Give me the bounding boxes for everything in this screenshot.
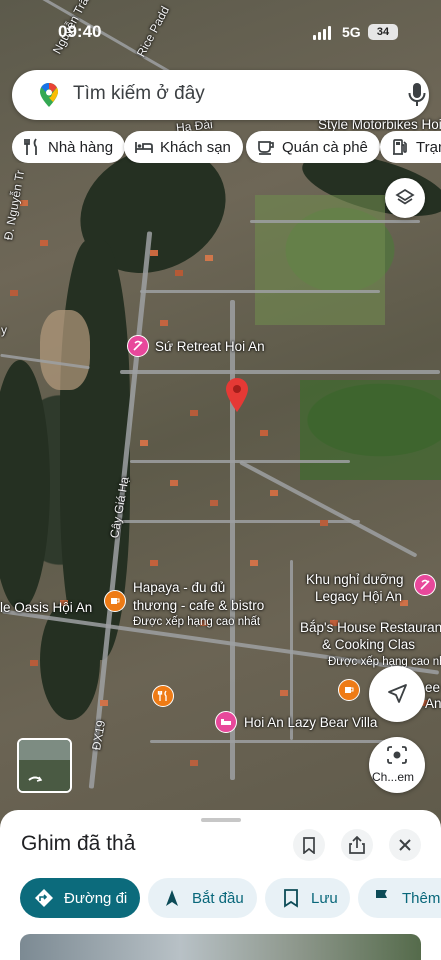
start-button[interactable]: Bắt đầu — [148, 878, 257, 918]
network-type: 5G — [342, 24, 361, 40]
signal-icon — [313, 26, 331, 40]
battery-icon: 34 — [368, 24, 398, 40]
resort-poi-icon[interactable] — [127, 335, 149, 357]
cafe-poi-icon[interactable] — [104, 590, 126, 612]
street-view-thumbnail[interactable] — [17, 738, 72, 793]
place-bottom-sheet[interactable]: Ghim đã thả Đường đi Bắt đầu Lưu Thêm — [0, 810, 441, 960]
place-label-legacy[interactable]: Legacy Hội An — [315, 589, 402, 605]
chip-label: Nhà hàng — [48, 138, 114, 156]
directions-icon — [35, 889, 53, 907]
place-label-oasis[interactable]: le Oasis Hội An — [0, 600, 92, 616]
place-label-partial[interactable]: An — [425, 696, 441, 712]
chip-cafes[interactable]: Quán cà phê — [246, 131, 380, 163]
status-time: 09:40 — [58, 22, 102, 41]
status-bar: 09:40 5G 34 — [0, 22, 441, 44]
more-label: Thêm — [402, 889, 441, 907]
rating-label: Được xếp hạng cao nhất — [133, 616, 261, 628]
chip-label: Khách sạn — [160, 138, 231, 156]
chip-restaurants[interactable]: Nhà hàng — [12, 131, 126, 163]
save-bookmark-button[interactable] — [293, 829, 325, 861]
bookmark-icon — [284, 889, 298, 908]
navigation-arrow-icon — [166, 890, 178, 906]
place-label-su-retreat[interactable]: Sứ Retreat Hoi An — [155, 339, 265, 355]
resort-poi-icon[interactable] — [414, 574, 436, 596]
more-button[interactable]: Thêm — [358, 878, 441, 918]
search-input[interactable]: Tìm kiếm ở đây — [73, 83, 205, 105]
my-location-button[interactable] — [369, 666, 425, 722]
coffee-icon — [258, 141, 274, 155]
place-label-hapaya[interactable]: thương - cafe & bistro — [133, 598, 264, 614]
chip-label: Quán cà phê — [282, 138, 368, 156]
cafe-poi-icon[interactable] — [338, 679, 360, 701]
hotel-poi-icon[interactable] — [215, 711, 237, 733]
chip-label: Trạm — [416, 138, 441, 156]
search-bar[interactable]: Tìm kiếm ở đây — [12, 70, 429, 120]
directions-label: Đường đi — [64, 889, 128, 907]
place-label-lazy-bear[interactable]: Hoi An Lazy Bear Villa — [244, 715, 377, 731]
share-button[interactable] — [341, 829, 373, 861]
bed-icon — [135, 142, 153, 153]
camera-button[interactable]: Ch...em — [369, 737, 425, 793]
navigation-arrow-icon — [388, 684, 407, 703]
chip-hotels[interactable]: Khách sạn — [124, 131, 243, 163]
place-label-baps-house[interactable]: & Cooking Clas — [322, 637, 415, 653]
drag-handle[interactable] — [201, 818, 241, 822]
directions-button[interactable]: Đường đi — [20, 878, 140, 918]
gas-station-icon — [393, 139, 407, 155]
dropped-pin-icon[interactable] — [226, 378, 248, 412]
save-button[interactable]: Lưu — [265, 878, 350, 918]
category-chips: Nhà hàng Khách sạn Quán cà phê Trạm — [12, 131, 441, 163]
microphone-icon[interactable] — [407, 82, 427, 108]
flag-icon — [376, 890, 387, 907]
close-button[interactable] — [389, 829, 421, 861]
place-label-hapaya[interactable]: Hapaya - đu đủ — [133, 580, 225, 596]
place-photo[interactable] — [20, 934, 421, 960]
place-label-baps-house[interactable]: Bắp's House Restaurant — [300, 620, 441, 636]
restaurant-poi-icon[interactable] — [152, 685, 174, 707]
lens-camera-icon — [387, 746, 407, 764]
close-icon — [399, 839, 411, 851]
save-label: Lưu — [311, 889, 338, 907]
camera-caption: Ch...em — [372, 770, 415, 784]
place-label-partial[interactable]: ee — [425, 680, 440, 696]
maps-logo-icon — [40, 83, 58, 107]
share-icon — [349, 836, 365, 854]
start-label: Bắt đầu — [192, 889, 244, 907]
bookmark-icon — [303, 836, 315, 854]
layers-button[interactable] — [385, 178, 425, 218]
sheet-title: Ghim đã thả — [21, 832, 136, 855]
layers-icon — [395, 188, 415, 205]
street-label: y — [1, 323, 7, 337]
restaurant-icon — [24, 138, 37, 155]
place-label-legacy[interactable]: Khu nghỉ dưỡng — [306, 572, 403, 588]
chip-gas-stations[interactable]: Trạm — [380, 131, 441, 163]
